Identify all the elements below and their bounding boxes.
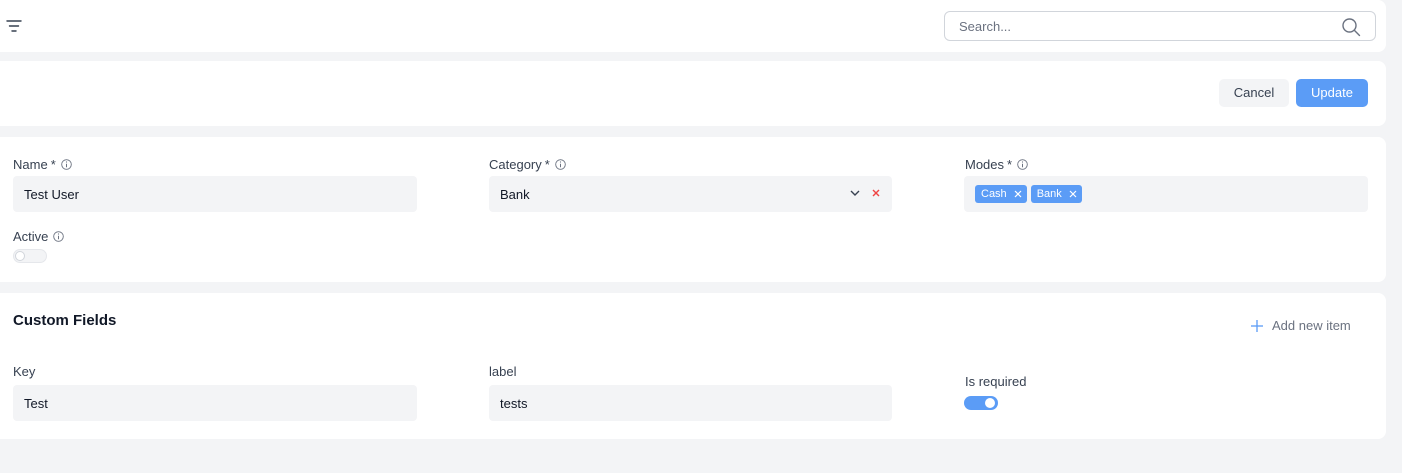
active-label-text: Active bbox=[13, 229, 49, 244]
category-select[interactable]: Bank bbox=[489, 176, 892, 212]
info-icon[interactable] bbox=[53, 231, 65, 242]
label-value: tests bbox=[500, 395, 528, 411]
action-bar: Cancel Update bbox=[0, 61, 1386, 126]
category-label-text: Category bbox=[489, 157, 542, 172]
key-field[interactable]: Test bbox=[13, 385, 417, 421]
plus-icon bbox=[1251, 319, 1263, 332]
search-box bbox=[944, 11, 1376, 41]
modes-multiselect[interactable]: Cash Bank bbox=[964, 176, 1368, 212]
form-panel: Name * Test User Category * Bank Modes * Ca… bbox=[0, 137, 1386, 282]
category-label: Category * bbox=[489, 157, 566, 172]
name-field[interactable]: Test User bbox=[13, 176, 417, 212]
mode-tag-cash: Cash bbox=[975, 185, 1027, 203]
toggle-knob bbox=[15, 251, 25, 261]
cancel-button[interactable]: Cancel bbox=[1219, 79, 1289, 107]
name-value: Test User bbox=[24, 186, 79, 202]
label-field[interactable]: tests bbox=[489, 385, 892, 421]
name-label-text: Name bbox=[13, 157, 48, 172]
name-label: Name * bbox=[13, 157, 72, 172]
category-value: Bank bbox=[500, 186, 530, 202]
info-icon[interactable] bbox=[1017, 159, 1028, 170]
info-icon[interactable] bbox=[555, 159, 566, 170]
add-new-item-label: Add new item bbox=[1272, 318, 1351, 333]
mode-tag-label: Bank bbox=[1036, 188, 1062, 200]
top-bar bbox=[0, 0, 1386, 52]
chevron-down-icon[interactable] bbox=[850, 189, 860, 197]
mode-tag-bank: Bank bbox=[1030, 185, 1082, 203]
filter-icon[interactable] bbox=[6, 19, 22, 33]
remove-tag-icon[interactable] bbox=[1069, 190, 1077, 198]
label-label: label bbox=[489, 364, 517, 379]
update-button[interactable]: Update bbox=[1296, 79, 1368, 107]
add-new-item-button[interactable]: Add new item bbox=[1250, 318, 1351, 333]
key-label: Key bbox=[13, 364, 36, 379]
is-required-toggle[interactable] bbox=[964, 396, 998, 410]
toggle-knob bbox=[985, 398, 995, 408]
remove-tag-icon[interactable] bbox=[1014, 190, 1022, 198]
is-required-label: Is required bbox=[965, 374, 1027, 389]
key-value: Test bbox=[24, 395, 48, 411]
clear-icon[interactable] bbox=[871, 188, 881, 198]
mode-tag-label: Cash bbox=[981, 188, 1007, 200]
search-icon[interactable] bbox=[1341, 17, 1361, 37]
section-title: Custom Fields bbox=[13, 312, 117, 329]
required-mark: * bbox=[544, 157, 550, 172]
active-toggle[interactable] bbox=[13, 249, 47, 263]
modes-label: Modes * bbox=[965, 157, 1028, 172]
required-mark: * bbox=[50, 157, 56, 172]
active-label: Active bbox=[13, 229, 65, 244]
search-input[interactable] bbox=[945, 12, 1335, 40]
custom-fields-panel: Custom Fields Add new item Key Test labe… bbox=[0, 293, 1386, 439]
info-icon[interactable] bbox=[60, 159, 72, 170]
required-mark: * bbox=[1007, 157, 1013, 172]
modes-label-text: Modes bbox=[965, 157, 1005, 172]
